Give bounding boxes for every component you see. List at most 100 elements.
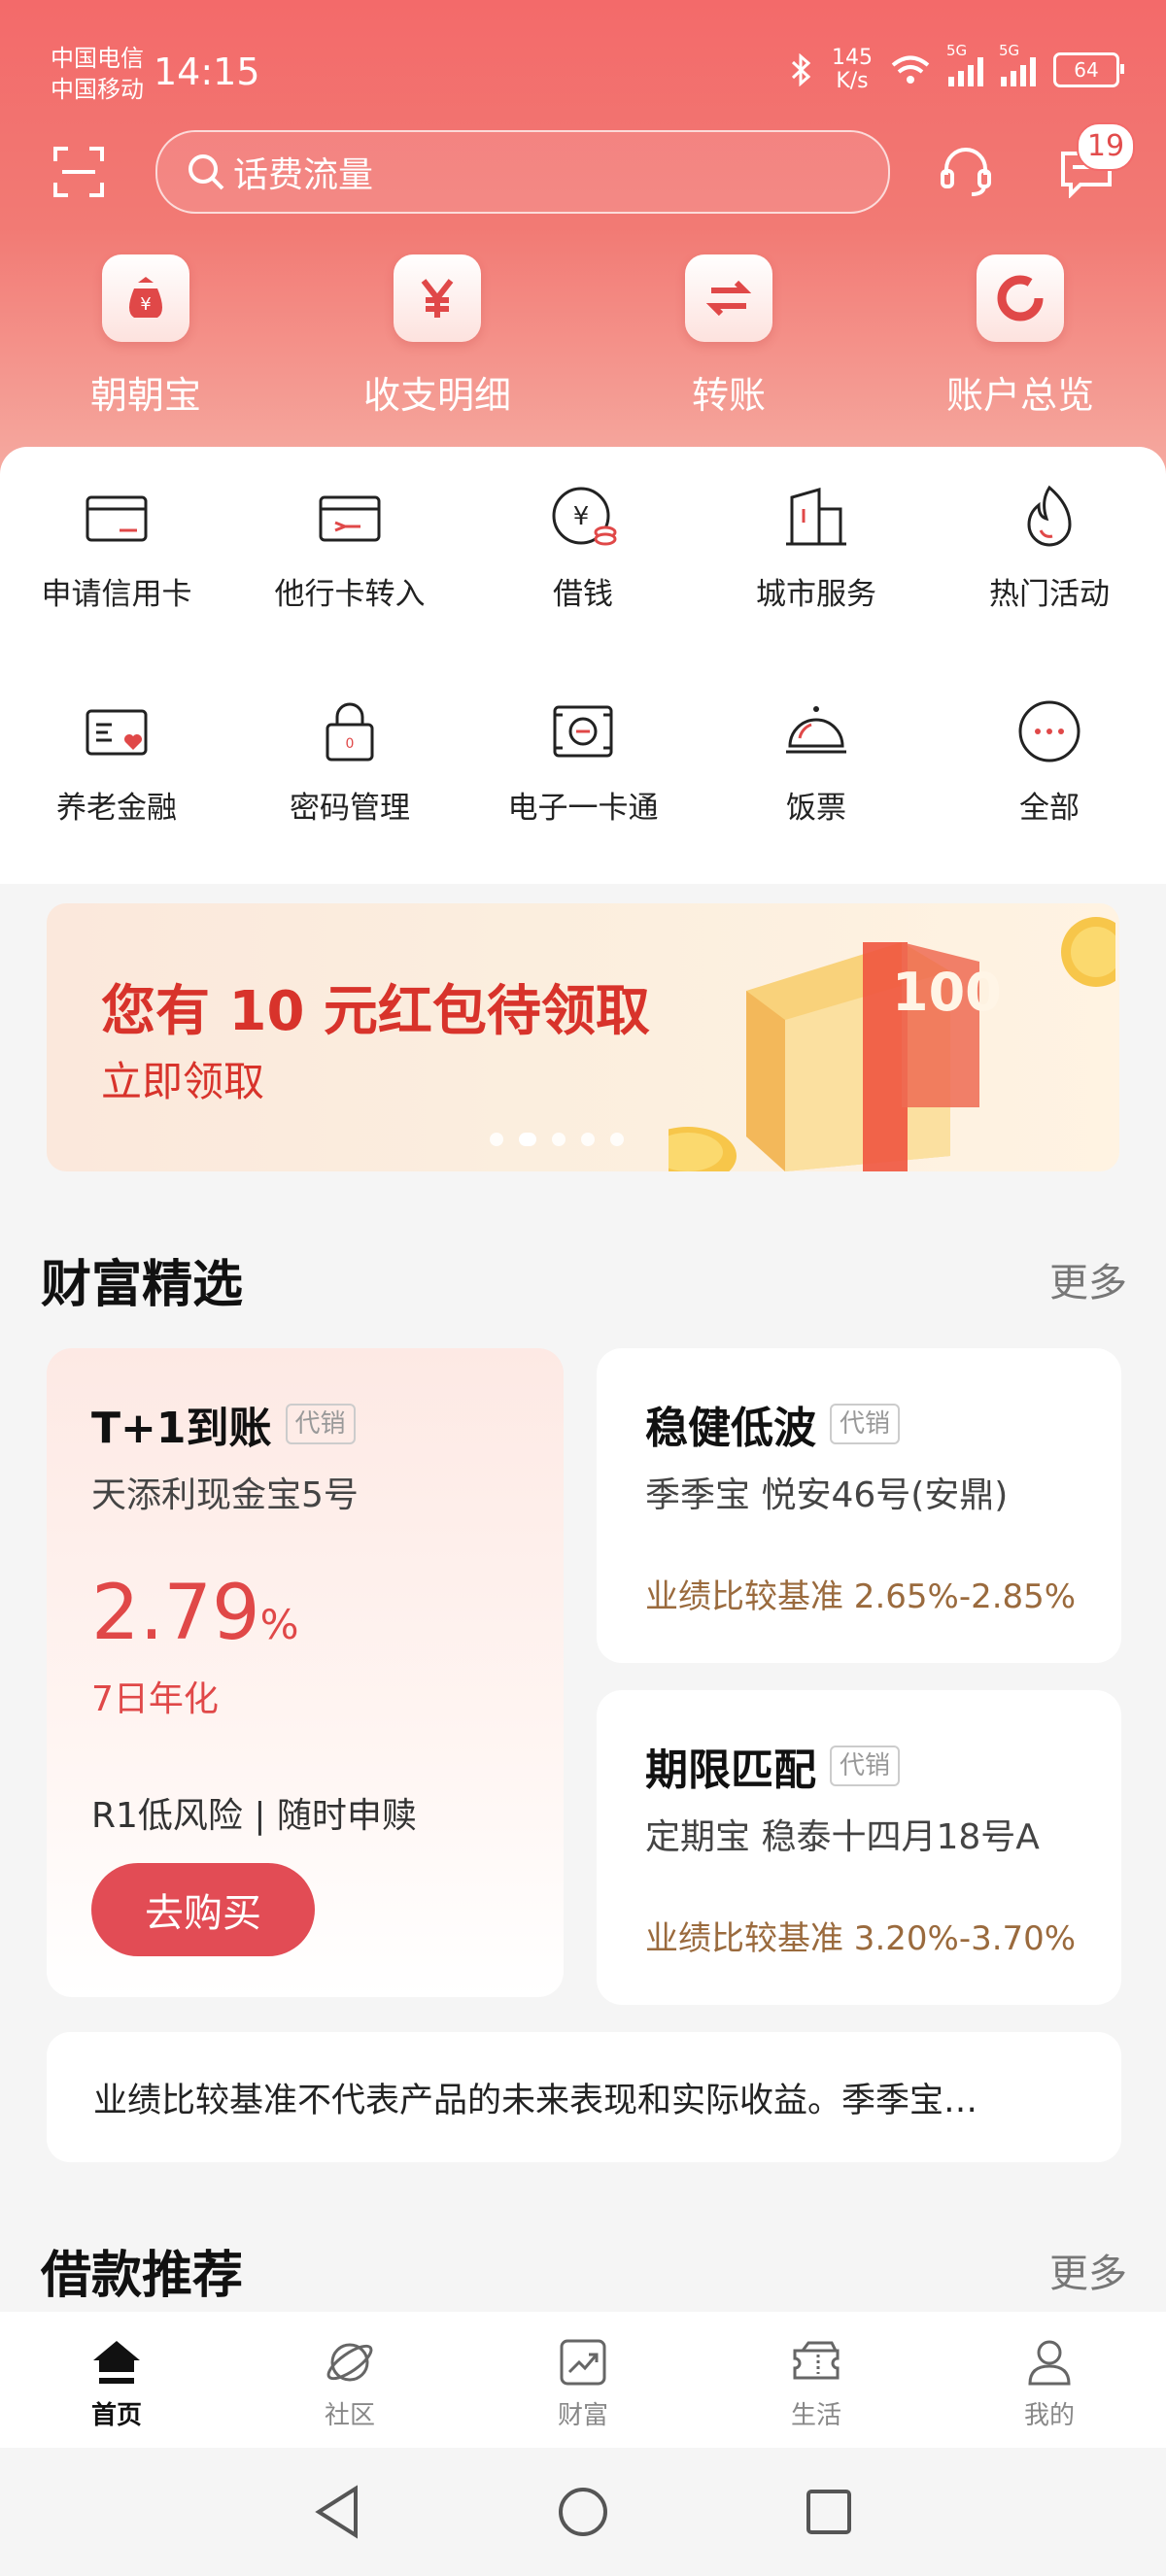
scan-icon[interactable] [52,146,105,198]
tab-label: 生活 [790,2401,841,2430]
home-circle-icon[interactable] [556,2485,610,2539]
trend-chart-icon [560,2339,606,2386]
net-type-2: 5G [999,42,1020,59]
service-password[interactable]: 0 密码管理 [233,697,466,827]
banner-subtitle[interactable]: 立即领取 [101,1049,264,1108]
dining-bell-icon [786,706,846,754]
wifi-icon [891,55,930,84]
flame-icon [1027,485,1072,547]
service-label: 饭票 [786,791,846,826]
more-dots-icon [1018,700,1080,763]
performance-benchmark: 业绩比较基准 2.65%-2.85% [645,1577,1077,1616]
loans-more-link[interactable]: 更多 [1049,2242,1127,2298]
quick-action-overview[interactable]: 账户总览 [874,254,1166,419]
signal-2: 5G [999,42,1036,86]
product-name: 定期宝 稳泰十四月18号A [645,1817,1040,1857]
service-card-transfer-in[interactable]: 他行卡转入 [233,484,466,613]
service-city[interactable]: 城市服务 [700,484,933,613]
service-credit-card[interactable]: 申请信用卡 [0,484,233,613]
quick-action-transactions[interactable]: 收支明细 [292,254,583,419]
service-label: 申请信用卡 [41,577,192,612]
wealth-more-link[interactable]: 更多 [1049,1251,1127,1307]
bluetooth-icon [791,53,811,86]
tab-label: 财富 [557,2401,608,2430]
service-e-card[interactable]: 电子一卡通 [466,697,700,827]
buy-button[interactable]: 去购买 [91,1863,315,1956]
disclaimer-notice[interactable]: 业绩比较基准不代表产品的未来表现和实际收益。季季宝… [47,2032,1121,2162]
city-icon [786,488,846,546]
product-card-stable[interactable]: 稳健低波 代销 季季宝 悦安46号(安鼎) 业绩比较基准 2.65%-2.85% [597,1348,1121,1663]
service-label: 他行卡转入 [274,577,426,612]
bottom-tab-bar: 首页 社区 财富 生活 我的 [0,2312,1166,2448]
agency-tag: 代销 [830,1404,901,1444]
search-placeholder: 话费流量 [233,155,374,195]
service-label: 借钱 [553,577,613,612]
product-title: 期限匹配 [645,1746,816,1795]
tab-community[interactable]: 社区 [233,2312,466,2448]
svg-text:¥: ¥ [573,502,590,531]
service-all[interactable]: 全部 [933,697,1166,827]
banner-title: 您有 10 元红包待领取 [101,980,650,1043]
clock: 14:15 [154,51,260,93]
performance-benchmark: 业绩比较基准 3.20%-3.70% [645,1919,1077,1958]
system-navigation-bar [0,2448,1166,2576]
headset-icon[interactable] [939,144,993,198]
e-card-icon [553,705,613,758]
quick-actions: ¥ 朝朝宝 收支明细 转账 账户总览 [0,254,1166,419]
tab-label: 社区 [324,2401,375,2430]
yuan-icon [394,254,481,342]
battery-icon: 64 [1053,52,1124,87]
agency-tag: 代销 [285,1404,356,1444]
svg-text:0: 0 [346,736,355,752]
speed-unit: K/s [836,69,869,93]
loan-icon: ¥ [552,487,617,546]
service-label: 城市服务 [756,577,876,612]
gift-box-text: 100 [892,962,1002,1023]
back-icon[interactable] [313,2485,361,2539]
tab-life[interactable]: 生活 [700,2312,933,2448]
product-card-term[interactable]: 期限匹配 代销 定期宝 稳泰十四月18号A 业绩比较基准 3.20%-3.70% [597,1690,1121,2005]
service-grid-row-1: 申请信用卡 他行卡转入 ¥ 借钱 城市服务 热门活动 [0,484,1166,613]
product-name: 季季宝 悦安46号(安鼎) [645,1475,1009,1515]
service-label: 密码管理 [290,791,410,826]
product-title: T+1到账 [91,1404,272,1453]
product-title: 稳健低波 [645,1404,816,1453]
battery-level: 64 [1074,58,1099,82]
signal-1: 5G [946,42,983,86]
credit-card-icon [86,495,148,542]
carrier-1: 中国电信 [51,45,144,72]
promo-banner[interactable]: 您有 10 元红包待领取 立即领取 100 [47,903,1119,1171]
quick-action-label: 收支明细 [362,374,511,417]
service-pension[interactable]: 养老金融 [0,697,233,827]
card-transfer-icon [319,495,381,542]
wealth-section-title: 财富精选 [41,1256,244,1314]
service-meal-ticket[interactable]: 饭票 [700,697,933,827]
service-hot-activity[interactable]: 热门活动 [933,484,1166,613]
yield-unit: % [259,1601,299,1648]
ticket-icon [793,2341,840,2380]
yield-value: 2.79 [91,1570,260,1657]
tab-wealth[interactable]: 财富 [466,2312,700,2448]
transfer-icon [685,254,772,342]
agency-tag: 代销 [830,1746,901,1786]
svg-text:¥: ¥ [140,294,151,315]
carrier-info: 中国电信 中国移动 [51,43,144,105]
speed-value: 145 [832,46,873,70]
person-icon [1028,2340,1071,2386]
tab-label: 首页 [90,2401,142,2430]
quick-action-zhaozhaobao[interactable]: ¥ 朝朝宝 [0,254,292,419]
quick-action-label: 账户总览 [945,374,1094,417]
tab-home[interactable]: 首页 [0,2312,233,2448]
service-grid-row-2: 养老金融 0 密码管理 电子一卡通 饭票 全部 [0,697,1166,827]
yield-rate: 2.79% [91,1570,299,1657]
recents-icon[interactable] [805,2488,853,2536]
service-loan[interactable]: ¥ 借钱 [466,484,700,613]
quick-action-transfer[interactable]: 转账 [583,254,874,419]
search-icon [189,154,224,190]
status-bar: 中国电信 中国移动 14:15 145 K/s 5G 5G 64 [0,0,1166,126]
quick-action-label: 朝朝宝 [89,374,201,417]
ring-chart-icon [977,254,1064,342]
search-bar[interactable]: 话费流量 [155,130,890,214]
tab-mine[interactable]: 我的 [933,2312,1166,2448]
featured-product-card[interactable]: T+1到账 代销 天添利现金宝5号 2.79% 7日年化 R1低风险 | 随时申赎… [47,1348,564,1997]
